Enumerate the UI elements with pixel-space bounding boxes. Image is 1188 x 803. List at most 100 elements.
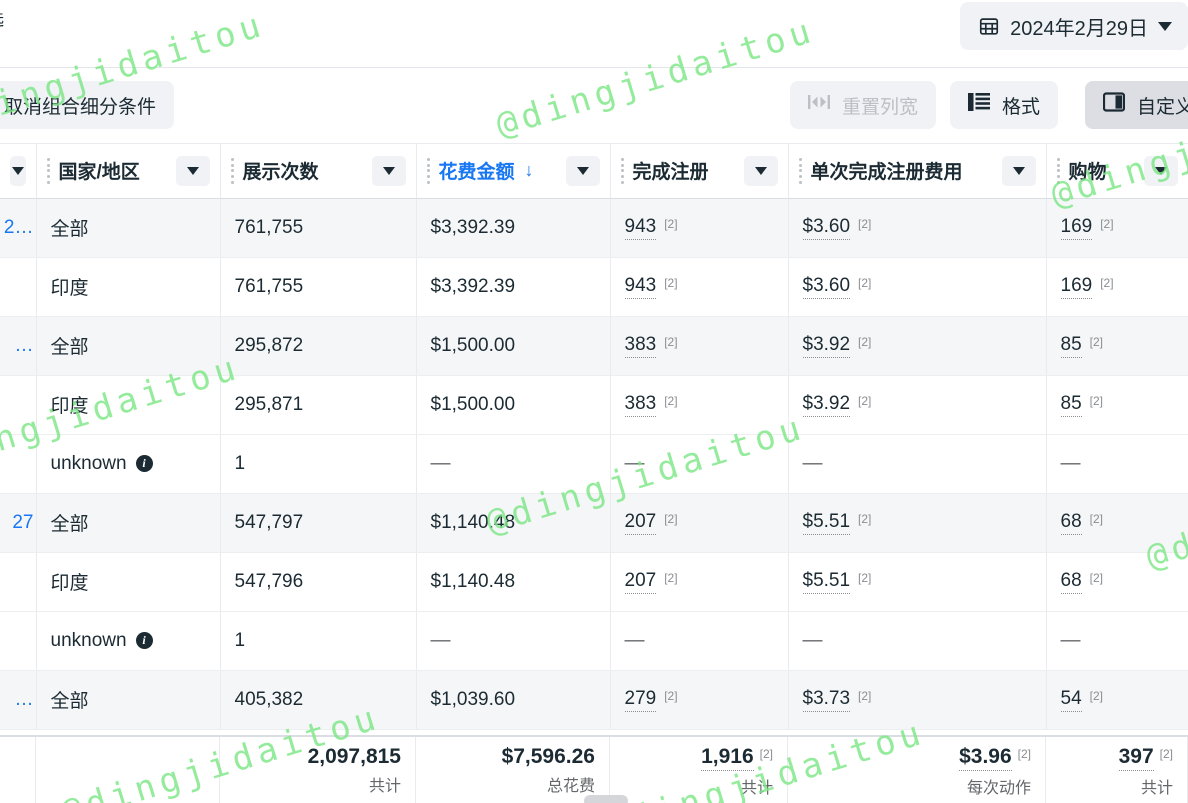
cell-registrations: 207 [2] xyxy=(610,552,789,612)
metric-value[interactable]: $5.51 [2] xyxy=(802,570,871,594)
cell-cost-per-registration: $3.73 [2] xyxy=(788,670,1047,730)
footnote-marker: [2] xyxy=(858,334,872,349)
metric-value[interactable]: 383 [2] xyxy=(624,393,678,417)
column-header-c0[interactable] xyxy=(0,144,37,199)
column-header-spend[interactable]: 花费金额 ↓ xyxy=(416,144,611,199)
cell-impressions: 761,755 xyxy=(220,257,417,317)
metric-value[interactable]: $5.51 [2] xyxy=(802,511,871,535)
column-menu-button[interactable] xyxy=(565,155,600,186)
metric-value[interactable]: 383 [2] xyxy=(624,334,678,358)
row-name-truncated[interactable] xyxy=(0,611,37,671)
column-menu-button[interactable] xyxy=(1143,155,1178,186)
row-name-link[interactable]: 27 xyxy=(12,512,33,534)
metric-value[interactable]: $3.60 [2] xyxy=(802,275,871,299)
table-row[interactable]: 2… 全部 761,755 $3,392.39 943 [2] $3.60 [2] 169 [2] xyxy=(0,198,1188,258)
totals-cost-per-registration: $3.96 [2] 每次动作 xyxy=(788,737,1046,803)
column-resize-grip[interactable] xyxy=(798,157,803,184)
column-header-registrations[interactable]: 完成注册 xyxy=(610,144,789,199)
empty-value: — xyxy=(624,629,645,651)
spend-value: $1,039.60 xyxy=(430,688,516,710)
metric-value[interactable]: 85 [2] xyxy=(1060,393,1103,417)
metric-value[interactable]: 943 [2] xyxy=(624,275,678,299)
table-row[interactable]: unknown i 1 — — — — xyxy=(0,611,1188,671)
column-menu-button[interactable] xyxy=(175,155,210,186)
column-resize-grip[interactable] xyxy=(1056,157,1061,184)
table-row[interactable]: … 全部 405,382 $1,039.60 279 [2] $3.73 [2] 54 [2] xyxy=(0,670,1188,730)
footnote-marker: [2] xyxy=(664,688,678,703)
metric-number: $3.60 xyxy=(802,216,851,240)
metric-value[interactable]: 207 [2] xyxy=(624,570,678,594)
customize-columns-button[interactable]: 自定义 xyxy=(1085,81,1188,129)
table-row[interactable]: 27 全部 547,797 $1,140.48 207 [2] $5.51 [2] 68 [2] xyxy=(0,493,1188,553)
row-name-truncated[interactable]: … xyxy=(0,670,37,730)
reset-column-width-button[interactable]: 重置列宽 xyxy=(790,81,937,129)
footnote-marker: [2] xyxy=(759,747,773,761)
metric-value[interactable]: 54 [2] xyxy=(1060,688,1103,712)
column-menu-button[interactable] xyxy=(1001,155,1036,186)
row-name-link[interactable]: 2… xyxy=(4,217,34,239)
column-menu-button[interactable] xyxy=(371,155,406,186)
cell-registrations: — xyxy=(610,434,789,494)
column-menu-button[interactable] xyxy=(743,155,778,186)
column-header-purchases[interactable]: 购物 xyxy=(1046,144,1188,199)
table-row[interactable]: unknown i 1 — — — — xyxy=(0,434,1188,494)
column-resize-grip[interactable] xyxy=(426,157,431,184)
footnote-marker: [2] xyxy=(858,216,872,231)
column-resize-grip[interactable] xyxy=(230,157,235,184)
metric-value[interactable]: $3.60 [2] xyxy=(802,216,872,240)
metric-value[interactable]: 85 [2] xyxy=(1060,334,1103,358)
date-range-picker[interactable]: 2024年2月29日 xyxy=(960,2,1188,50)
row-name-link[interactable]: … xyxy=(15,335,34,357)
metric-number: 383 xyxy=(624,393,657,417)
row-name-truncated[interactable] xyxy=(0,552,37,612)
footnote-marker: [2] xyxy=(1089,511,1103,526)
horizontal-scrollbar-thumb[interactable] xyxy=(584,795,628,803)
table-row[interactable]: 印度 547,796 $1,140.48 207 [2] $5.51 [2] 68 [2] xyxy=(0,552,1188,612)
table-row[interactable]: … 全部 295,872 $1,500.00 383 [2] $3.92 [2] 85 [2] xyxy=(0,316,1188,376)
row-name-truncated[interactable] xyxy=(0,434,37,494)
metric-value[interactable]: $3.73 [2] xyxy=(802,688,872,712)
metric-value[interactable]: $3.92 [2] xyxy=(802,393,871,417)
spend-value: $3,392.39 xyxy=(430,216,516,238)
row-name-truncated[interactable]: 27 xyxy=(0,493,37,553)
impressions-value: 761,755 xyxy=(234,275,304,297)
chevron-down-icon xyxy=(1012,166,1025,175)
metric-value[interactable]: $3.92 [2] xyxy=(802,334,872,358)
column-header-cost_per_reg[interactable]: 单次完成注册费用 xyxy=(788,144,1047,199)
impressions-value: 1 xyxy=(234,629,246,651)
row-name-truncated[interactable] xyxy=(0,375,37,435)
chevron-down-icon xyxy=(382,166,395,175)
column-resize-grip[interactable] xyxy=(46,157,51,184)
row-name-truncated[interactable]: 2… xyxy=(0,198,37,258)
metric-value[interactable]: 207 [2] xyxy=(624,511,678,535)
column-menu-button[interactable] xyxy=(10,155,26,186)
totals-purchases-number: 397 xyxy=(1118,745,1154,771)
metric-value[interactable]: 68 [2] xyxy=(1060,570,1103,594)
row-name-truncated[interactable]: … xyxy=(0,316,37,376)
column-header-country[interactable]: 国家/地区 xyxy=(36,144,221,199)
metric-value[interactable]: 68 [2] xyxy=(1060,511,1103,535)
info-icon[interactable]: i xyxy=(135,632,153,649)
metric-value[interactable]: 169 [2] xyxy=(1060,275,1114,299)
cell-purchases: — xyxy=(1046,434,1188,494)
row-name-link[interactable]: … xyxy=(15,689,34,711)
impressions-value: 1 xyxy=(234,452,246,474)
ungroup-breakdown-button[interactable]: 取消组合细分条件 xyxy=(0,81,175,129)
metric-value[interactable]: 169 [2] xyxy=(1060,216,1114,240)
metric-value[interactable]: 943 [2] xyxy=(624,216,678,240)
resize-columns-icon xyxy=(808,92,830,118)
table-row[interactable]: 印度 295,871 $1,500.00 383 [2] $3.92 [2] 85 [2] xyxy=(0,375,1188,435)
metric-value[interactable]: 279 [2] xyxy=(624,688,678,712)
cell-purchases: 68 [2] xyxy=(1046,552,1188,612)
row-name-truncated[interactable] xyxy=(0,257,37,317)
empty-value: — xyxy=(802,452,823,474)
cell-purchases: 169 [2] xyxy=(1046,198,1188,258)
country-label: 印度 xyxy=(50,573,89,594)
table-row[interactable]: 印度 761,755 $3,392.39 943 [2] $3.60 [2] 169 [2] xyxy=(0,257,1188,317)
footnote-marker: [2] xyxy=(858,688,872,703)
column-resize-grip[interactable] xyxy=(620,157,625,184)
format-button[interactable]: 格式 xyxy=(950,81,1059,129)
impressions-value: 405,382 xyxy=(234,688,304,710)
info-icon[interactable]: i xyxy=(135,455,153,472)
column-header-impressions[interactable]: 展示次数 xyxy=(220,144,417,199)
